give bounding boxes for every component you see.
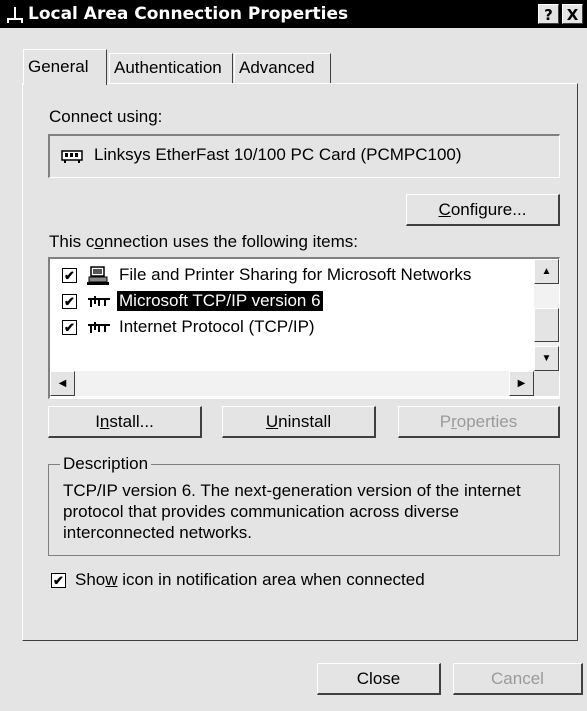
description-legend: Description [60, 454, 152, 474]
protocol-icon [88, 296, 110, 307]
item-label: Microsoft TCP/IP version 6 [117, 291, 323, 311]
tab-general[interactable]: General [23, 49, 107, 85]
network-service-icon [87, 266, 109, 285]
configure-button[interactable]: Configure... [406, 194, 560, 226]
scroll-left-arrow-icon[interactable]: ◀ [50, 371, 75, 396]
adapter-field: Linksys EtherFast 10/100 PC Card (PCMPC1… [48, 134, 560, 178]
scrollbar-corner [534, 371, 559, 396]
connect-using-label: Connect using: [49, 107, 163, 126]
horizontal-scrollbar[interactable]: ◀ ▶ [50, 371, 534, 396]
title-bar[interactable]: Local Area Connection Properties ? X [0, 0, 587, 28]
tab-authentication[interactable]: Authentication [109, 53, 233, 83]
scroll-up-arrow-icon[interactable]: ▲ [534, 259, 559, 284]
notify-checkbox[interactable]: ✔ [51, 573, 66, 588]
close-window-button[interactable]: X [562, 4, 583, 24]
network-connection-icon [7, 7, 23, 23]
item-checkbox[interactable]: ✔ [62, 294, 77, 309]
network-card-icon [61, 150, 83, 163]
item-label: Internet Protocol (TCP/IP) [119, 317, 315, 336]
vertical-scrollbar[interactable]: ▲ ▼ [534, 259, 559, 371]
window-title: Local Area Connection Properties [28, 4, 349, 24]
help-button[interactable]: ? [538, 4, 559, 24]
protocol-icon [88, 322, 110, 333]
notify-checkbox-label[interactable]: Show icon in notification area when conn… [75, 570, 425, 590]
cancel-button[interactable]: Cancel [453, 663, 583, 695]
item-checkbox[interactable]: ✔ [62, 320, 77, 335]
scroll-right-arrow-icon[interactable]: ▶ [509, 371, 534, 396]
install-button[interactable]: Install... [48, 406, 202, 438]
scroll-down-arrow-icon[interactable]: ▼ [534, 346, 559, 371]
list-item[interactable]: ✔ File and Printer Sharing for Microsoft… [50, 263, 534, 289]
item-label: File and Printer Sharing for Microsoft N… [119, 265, 472, 284]
item-checkbox[interactable]: ✔ [62, 268, 77, 283]
description-text: TCP/IP version 6. The next-generation ve… [63, 481, 521, 542]
close-button[interactable]: Close [317, 663, 441, 695]
uninstall-button[interactable]: Uninstall [222, 406, 376, 438]
properties-dialog: Local Area Connection Properties ? X Gen… [0, 0, 587, 711]
scroll-thumb[interactable] [534, 308, 559, 342]
items-label: This connection uses the following items… [49, 232, 359, 251]
properties-button[interactable]: Properties [398, 406, 560, 438]
list-item[interactable]: ✔ Internet Protocol (TCP/IP) [50, 315, 534, 341]
components-list[interactable]: ✔ File and Printer Sharing for Microsoft… [48, 257, 560, 399]
adapter-name: Linksys EtherFast 10/100 PC Card (PCMPC1… [94, 145, 462, 164]
list-item[interactable]: ✔ Microsoft TCP/IP version 6 [50, 289, 534, 315]
tab-advanced[interactable]: Advanced [234, 53, 331, 83]
